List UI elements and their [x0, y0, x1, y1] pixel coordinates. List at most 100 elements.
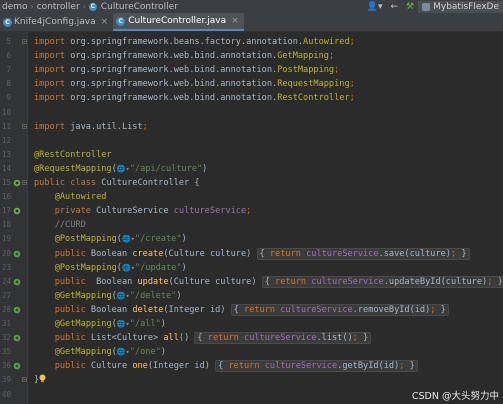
code-text: public Boolean create(Culture culture) {… — [34, 247, 470, 261]
code-line[interactable]: 7 import org.springframework.web.bind.ann… — [0, 63, 503, 77]
code-line[interactable]: 18 //CURD — [0, 218, 503, 232]
line-number: 31 — [1, 319, 11, 328]
code-text: @GetMapping(🌐▾"/one") — [54, 347, 166, 358]
code-line[interactable]: 15 public class CultureController { — [0, 176, 503, 190]
tab-label: CultureController.java — [128, 16, 227, 26]
user-icon[interactable]: 👤▾ — [363, 2, 387, 12]
line-number: 19 — [1, 234, 11, 244]
line-number: 6 — [6, 51, 11, 61]
code-line[interactable]: 6 import org.springframework.web.bind.ann… — [0, 49, 503, 63]
line-number: 15 — [1, 178, 11, 187]
code-line[interactable]: 20 public Boolean create(Culture culture… — [0, 247, 503, 261]
java-class-icon: C — [3, 17, 12, 27]
breadcrumb-class[interactable]: CultureController — [99, 2, 180, 12]
breadcrumb-demo[interactable]: demo — [0, 2, 30, 12]
line-number: 16 — [1, 192, 11, 202]
request-mapping-icon[interactable] — [13, 362, 21, 370]
close-icon[interactable]: × — [231, 16, 239, 26]
request-mapping-icon[interactable] — [13, 278, 21, 286]
code-line[interactable]: 19 @PostMapping(🌐▾"/create") — [0, 232, 503, 246]
line-number: 28 — [1, 304, 11, 314]
line-number: 5 — [6, 37, 11, 46]
breadcrumb-controller[interactable]: controller — [35, 2, 82, 12]
code-text: import org.springframework.beans.factory… — [34, 37, 355, 47]
fold-marker-icon[interactable] — [22, 123, 27, 129]
fold-marker-icon[interactable] — [22, 180, 27, 185]
line-number: 10 — [1, 107, 11, 117]
code-line[interactable]: 35 @GetMapping(🌐▾"/one") — [0, 345, 503, 359]
code-line[interactable]: 9 import org.springframework.web.bind.ann… — [0, 91, 503, 105]
code-line[interactable]: 12 — [0, 134, 503, 148]
toolbar-right: 👤▾ ← ⚒ MybatisFlexDe — [363, 0, 503, 13]
code-text: public Culture one(Integer id) { return … — [34, 359, 418, 373]
spring-bean-icon[interactable] — [13, 207, 21, 215]
code-text: @RestController — [34, 149, 112, 160]
code-line[interactable]: 14 @RequestMapping(🌐▾"/api/culture") — [0, 162, 503, 176]
lightbulb-icon[interactable] — [39, 374, 46, 383]
code-text: } — [34, 373, 46, 387]
code-line[interactable]: 10 — [0, 106, 503, 120]
code-line[interactable]: 8 import org.springframework.web.bind.ann… — [0, 77, 503, 91]
run-configuration-label: MybatisFlexDe — [433, 1, 499, 12]
code-line[interactable]: 17 private CultureService cultureService… — [0, 204, 503, 218]
code-text: import org.springframework.web.bind.anno… — [34, 79, 355, 90]
code-text: private CultureService cultureService; — [54, 206, 252, 217]
line-number: 12 — [1, 135, 11, 145]
code-line[interactable]: 27 @GetMapping(🌐▾"/delete") — [0, 289, 503, 303]
fold-marker-icon[interactable] — [22, 377, 27, 383]
chevron-right-icon: › — [82, 2, 86, 11]
code-line[interactable]: 39} — [0, 373, 503, 387]
back-arrow-icon[interactable]: ← — [386, 2, 402, 12]
run-config-icon — [422, 2, 431, 11]
code-editor[interactable]: 5 import org.springframework.beans.factor… — [0, 32, 503, 404]
code-line[interactable]: 28 public Boolean delete(Integer id) { r… — [0, 303, 503, 317]
line-number: 24 — [1, 276, 11, 286]
line-number: 20 — [1, 248, 11, 258]
code-text: @GetMapping(🌐▾"/all") — [54, 319, 166, 329]
tab-culturecontroller[interactable]: C CultureController.java × — [113, 13, 244, 31]
navigation-bar: demo › controller › C CultureController … — [0, 0, 503, 13]
java-class-icon: C — [116, 16, 126, 26]
tab-label: Knife4jConfig.java — [14, 17, 96, 27]
fold-marker-icon[interactable] — [22, 39, 27, 44]
code-text: @Autowired — [54, 192, 107, 203]
line-number: 14 — [1, 163, 11, 173]
code-text: import java.util.List; — [34, 121, 148, 132]
line-number: 32 — [1, 333, 11, 343]
line-number: 27 — [1, 290, 11, 300]
line-number: 7 — [6, 65, 11, 75]
code-text: public List<Culture> all() { return cult… — [34, 331, 372, 345]
request-mapping-icon[interactable] — [13, 334, 21, 342]
line-number: 8 — [6, 79, 11, 89]
watermark: CSDN @大头努力中 — [411, 391, 499, 402]
code-line[interactable]: 31 @GetMapping(🌐▾"/all") — [0, 317, 503, 331]
run-configuration-selector[interactable]: MybatisFlexDe — [418, 0, 503, 13]
line-number: 35 — [1, 347, 11, 357]
class-icon: C — [88, 2, 97, 11]
code-text: public class CultureController { — [34, 178, 200, 188]
line-number: 23 — [1, 262, 11, 272]
code-text: import org.springframework.web.bind.anno… — [34, 65, 340, 76]
code-text: @PostMapping(🌐▾"/create") — [54, 234, 187, 245]
request-mapping-icon[interactable] — [13, 306, 21, 314]
code-line[interactable]: 23 @PostMapping(🌐▾"/update") — [0, 261, 503, 275]
line-number: 40 — [1, 389, 11, 399]
line-number: 39 — [1, 375, 11, 385]
tab-knife4jconfig[interactable]: C Knife4jConfig.java × — [0, 13, 113, 31]
line-number: 18 — [1, 220, 11, 230]
request-mapping-icon[interactable] — [13, 250, 21, 258]
code-line[interactable]: 13 @RestController — [0, 148, 503, 162]
code-line[interactable]: 5 import org.springframework.beans.factor… — [0, 35, 503, 49]
code-line[interactable]: 36 public Culture one(Integer id) { retu… — [0, 359, 503, 373]
code-line[interactable]: 11 import java.util.List; — [0, 120, 503, 134]
close-icon[interactable]: × — [101, 17, 109, 27]
code-line[interactable]: 32 public List<Culture> all() { return c… — [0, 331, 503, 345]
spring-bean-icon[interactable] — [13, 179, 21, 187]
code-line[interactable]: 16 @Autowired — [0, 190, 503, 204]
code-text: import org.springframework.web.bind.anno… — [34, 93, 355, 104]
code-text: @RequestMapping(🌐▾"/api/culture") — [34, 163, 208, 174]
code-text: //CURD — [54, 220, 86, 231]
build-hammer-icon[interactable]: ⚒ — [402, 2, 418, 12]
code-line[interactable]: 24 public Boolean update(Culture culture… — [0, 275, 503, 289]
editor-tab-bar: C Knife4jConfig.java × C CultureControll… — [0, 13, 503, 32]
